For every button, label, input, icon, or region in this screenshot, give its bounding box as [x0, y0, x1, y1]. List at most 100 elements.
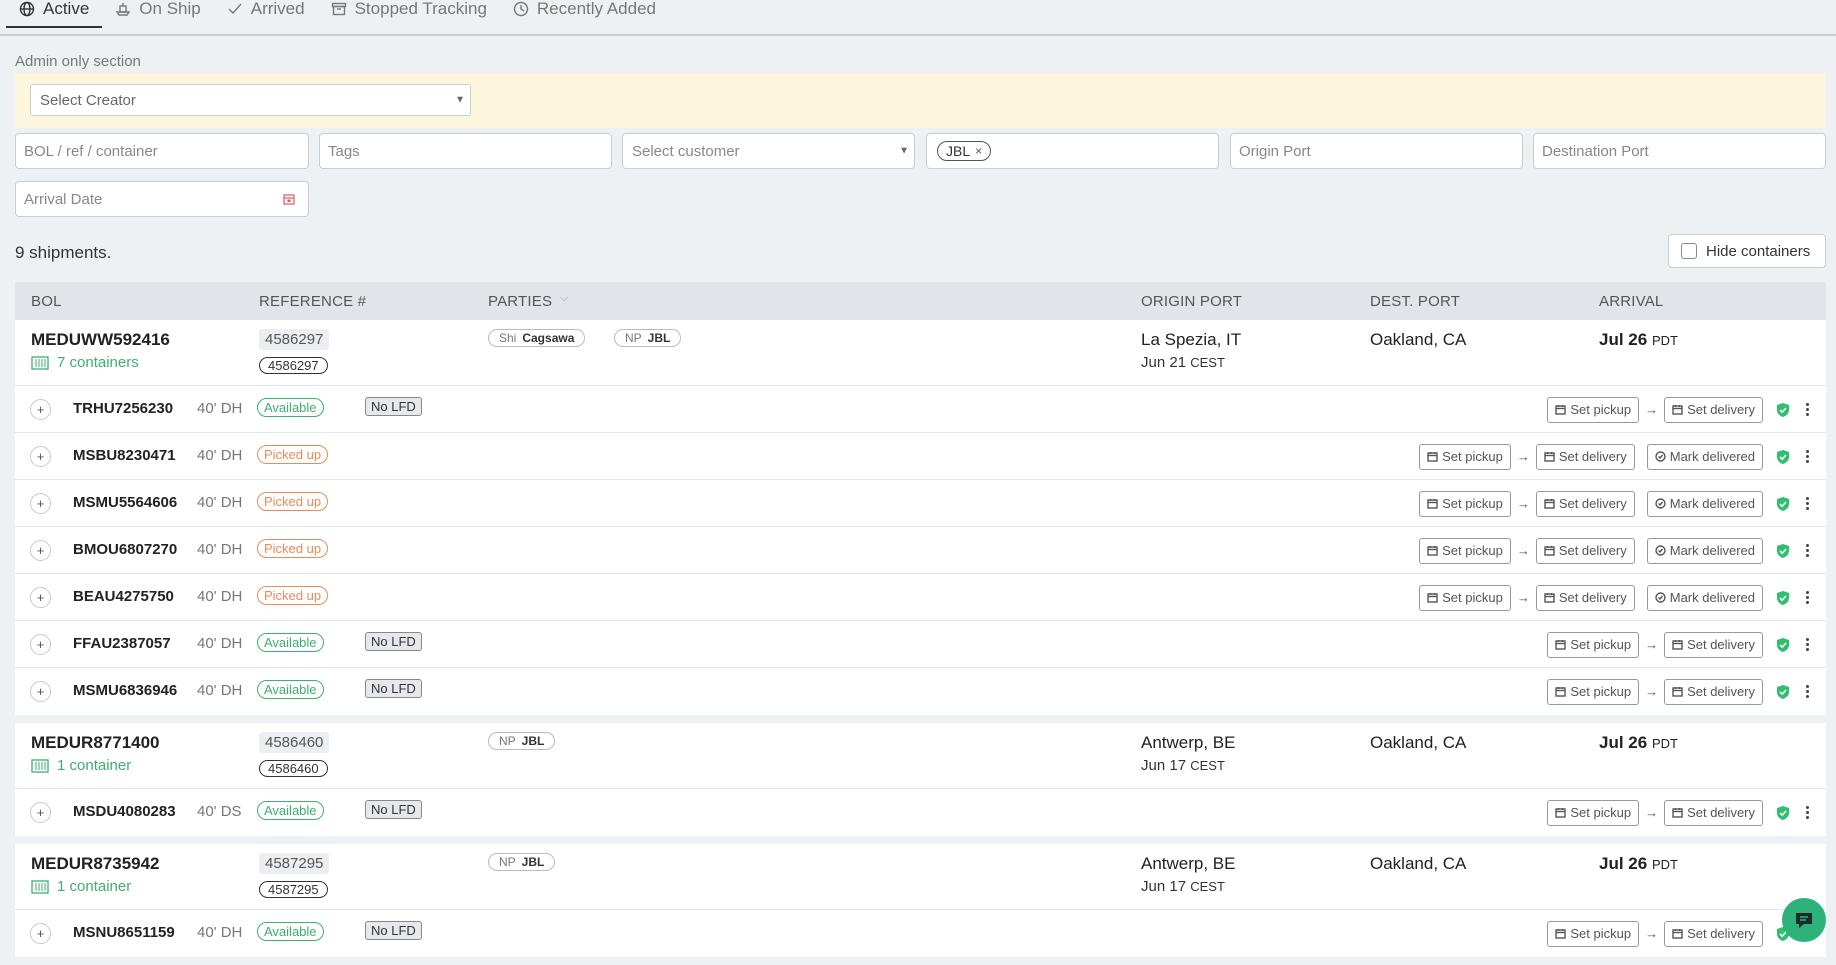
set-delivery-button[interactable]: Set delivery [1664, 920, 1763, 947]
expand-button[interactable]: + [30, 399, 51, 420]
set-delivery-button[interactable]: Set delivery [1535, 490, 1635, 517]
column-reference[interactable]: REFERENCE # [259, 293, 366, 310]
set-pickup-button[interactable]: Set pickup [1419, 584, 1511, 611]
arrival-date-input[interactable]: Arrival Date [15, 181, 309, 217]
tags-input[interactable]: Tags [319, 133, 612, 169]
arrival-date: Jul 26 PDT [1599, 330, 1678, 350]
tab-recently-added[interactable]: Recently Added [500, 0, 669, 26]
set-delivery-button[interactable]: Set delivery [1664, 631, 1763, 658]
column-parties[interactable]: PARTIES [488, 293, 552, 310]
more-options-icon[interactable] [1798, 685, 1816, 698]
shipment-row[interactable]: MEDUWW592416 7 containers 4586297 4586297 Sh… [15, 320, 1826, 386]
set-delivery-button[interactable]: Set delivery [1664, 396, 1763, 423]
calendar-icon [1544, 593, 1555, 603]
destination-port-input[interactable]: Destination Port [1533, 133, 1826, 169]
more-options-icon[interactable] [1798, 450, 1816, 463]
expand-button[interactable]: + [30, 923, 51, 944]
column-origin-port[interactable]: ORIGIN PORT [1141, 293, 1242, 310]
expand-button[interactable]: + [30, 587, 51, 608]
reference-number: 4586460 [259, 732, 330, 753]
expand-button[interactable]: + [30, 634, 51, 655]
set-pickup-button[interactable]: Set pickup [1547, 799, 1640, 826]
set-pickup-button[interactable]: Set pickup [1547, 920, 1640, 947]
set-pickup-label: Set pickup [1570, 402, 1632, 417]
bol-number[interactable]: MEDUR8771400 [31, 733, 160, 753]
container-id[interactable]: MSNU8651159 [73, 924, 175, 941]
container-id[interactable]: MSMU6836946 [73, 682, 177, 699]
shipment-row[interactable]: MEDUR8771400 1 container 4586460 4586460 NP J… [15, 723, 1826, 789]
creator-select-value: Select Creator [40, 91, 136, 109]
set-pickup-button[interactable]: Set pickup [1419, 537, 1511, 564]
shipment-groups: MEDUWW592416 7 containers 4586297 4586297 Sh… [15, 320, 1826, 957]
expand-button[interactable]: + [30, 446, 51, 467]
container-row: + BMOU6807270 40' DH Picked up Set pickup → Se… [15, 527, 1826, 574]
tab-label: Recently Added [536, 0, 656, 18]
bol-number[interactable]: MEDUR8735942 [31, 854, 160, 874]
more-options-icon[interactable] [1798, 544, 1816, 557]
tab-stopped-tracking[interactable]: Stopped Tracking [318, 0, 500, 26]
mark-delivered-button[interactable]: Mark delivered [1646, 537, 1763, 564]
shipment-row[interactable]: MEDUR8735942 1 container 4587295 4587295 NP J… [15, 844, 1826, 910]
expand-button[interactable]: + [30, 681, 51, 702]
creator-select[interactable]: Select Creator ▼ [30, 84, 471, 116]
lfd-badge[interactable]: No LFD [365, 800, 422, 819]
container-id[interactable]: MSMU5564606 [73, 494, 177, 511]
set-delivery-button[interactable]: Set delivery [1535, 443, 1635, 470]
set-pickup-button[interactable]: Set pickup [1547, 631, 1640, 658]
origin-port-input[interactable]: Origin Port [1230, 133, 1523, 169]
party-filter-input[interactable]: JBL × [926, 133, 1219, 169]
container-id[interactable]: BEAU4275750 [73, 588, 174, 605]
containers-link[interactable]: 1 container [31, 878, 131, 895]
more-options-icon[interactable] [1798, 497, 1816, 510]
mark-delivered-button[interactable]: Mark delivered [1646, 443, 1763, 470]
mark-delivered-button[interactable]: Mark delivered [1646, 584, 1763, 611]
chat-button[interactable] [1782, 898, 1826, 942]
containers-link[interactable]: 1 container [31, 757, 131, 774]
bol-number[interactable]: MEDUWW592416 [31, 330, 170, 350]
column-dest-port[interactable]: DEST. PORT [1370, 293, 1460, 310]
more-options-icon[interactable] [1798, 638, 1816, 651]
tab-on-ship[interactable]: On Ship [102, 0, 213, 26]
lfd-badge[interactable]: No LFD [365, 921, 422, 940]
containers-link[interactable]: 7 containers [31, 354, 139, 371]
expand-button[interactable]: + [30, 540, 51, 561]
tab-arrived[interactable]: Arrived [214, 0, 318, 26]
lfd-badge[interactable]: No LFD [365, 679, 422, 698]
container-id[interactable]: MSBU8230471 [73, 447, 176, 464]
container-actions: Set pickup → Set delivery Mark delivered [1416, 480, 1826, 527]
chevron-down-icon[interactable]: ⌵ [560, 292, 569, 305]
calendar-icon [1555, 640, 1567, 650]
set-pickup-button[interactable]: Set pickup [1419, 490, 1511, 517]
container-size: 40' DH [197, 447, 243, 464]
caret-down-icon: ▼ [899, 145, 909, 157]
mark-delivered-button[interactable]: Mark delivered [1646, 490, 1763, 517]
container-id[interactable]: BMOU6807270 [73, 541, 177, 558]
container-id[interactable]: FFAU2387057 [73, 635, 171, 652]
hide-containers-toggle[interactable]: Hide containers [1668, 234, 1826, 268]
column-arrival[interactable]: ARRIVAL [1599, 293, 1663, 310]
hide-containers-checkbox[interactable] [1681, 243, 1697, 259]
container-size: 40' DH [197, 494, 243, 511]
more-options-icon[interactable] [1798, 806, 1816, 819]
more-options-icon[interactable] [1798, 403, 1816, 416]
tab-active[interactable]: Active [6, 0, 103, 28]
set-delivery-button[interactable]: Set delivery [1535, 584, 1635, 611]
set-pickup-button[interactable]: Set pickup [1547, 678, 1640, 705]
customer-select[interactable]: Select customer ▼ [622, 133, 915, 169]
set-delivery-button[interactable]: Set delivery [1664, 799, 1763, 826]
set-pickup-button[interactable]: Set pickup [1547, 396, 1640, 423]
set-delivery-button[interactable]: Set delivery [1664, 678, 1763, 705]
lfd-badge[interactable]: No LFD [365, 632, 422, 651]
set-delivery-button[interactable]: Set delivery [1535, 537, 1635, 564]
column-bol[interactable]: BOL [31, 293, 62, 310]
container-id[interactable]: MSDU4080283 [73, 803, 176, 820]
expand-button[interactable]: + [30, 802, 51, 823]
container-id[interactable]: TRHU7256230 [73, 400, 173, 417]
remove-chip-icon[interactable]: × [975, 144, 982, 158]
bol-search-input[interactable]: BOL / ref / container [15, 133, 309, 169]
set-pickup-button[interactable]: Set pickup [1419, 443, 1511, 470]
lfd-badge[interactable]: No LFD [365, 397, 422, 416]
party-chip: JBL × [937, 141, 992, 161]
expand-button[interactable]: + [30, 493, 51, 514]
more-options-icon[interactable] [1798, 591, 1816, 604]
